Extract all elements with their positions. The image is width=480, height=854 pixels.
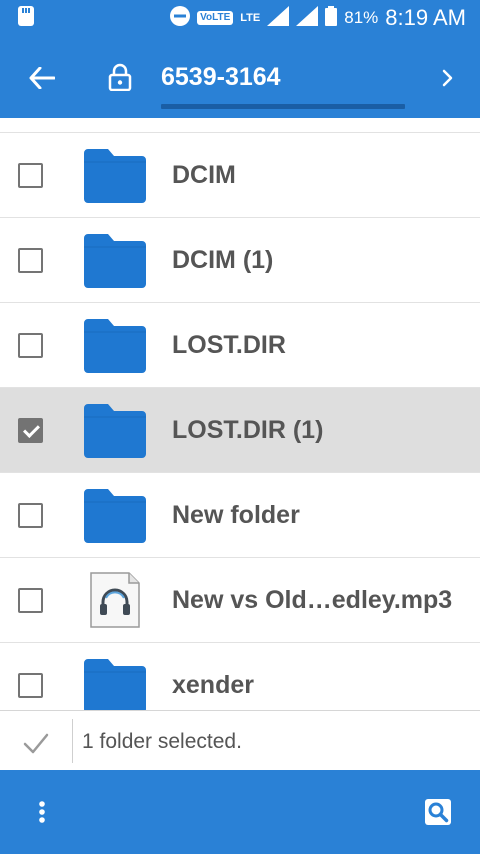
volte-badge: VoLTE (197, 11, 234, 25)
list-item-selected[interactable]: LOST.DIR (1) (0, 388, 480, 473)
item-checkbox[interactable] (18, 502, 43, 528)
folder-icon (84, 402, 146, 458)
list-item[interactable]: DCIM (0, 133, 480, 218)
lock-icon (104, 60, 136, 94)
search-icon (425, 799, 451, 825)
battery-percent: 81% (344, 8, 379, 27)
list-item[interactable]: xender (0, 643, 480, 710)
chevron-right-icon (442, 69, 453, 87)
sd-card-icon (18, 5, 34, 31)
item-checkbox[interactable] (18, 247, 43, 273)
audio-file-icon (84, 572, 146, 628)
item-name: LOST.DIR (1) (172, 415, 324, 444)
battery-icon (325, 5, 338, 31)
item-name: New folder (172, 500, 300, 529)
item-name: LOST.DIR (172, 330, 286, 359)
item-name: xender (172, 670, 254, 699)
do-not-disturb-icon (170, 5, 191, 31)
folder-icon (84, 147, 146, 203)
folder-icon (84, 317, 146, 373)
confirm-selection-button[interactable] (22, 731, 50, 755)
item-checkbox-checked[interactable] (18, 417, 43, 443)
toolbar: 6539-3164 (0, 36, 480, 118)
overflow-menu-button[interactable] (30, 798, 54, 826)
item-checkbox[interactable] (18, 332, 43, 358)
more-vert-icon (39, 801, 45, 823)
file-list[interactable]: DCIM DCIM (1) LOST.DIR LOST.DIR (1) New … (0, 132, 480, 710)
item-name: New vs Old…edley.mp3 (172, 585, 453, 614)
list-item[interactable]: New folder (0, 473, 480, 558)
signal-icon-2 (296, 5, 319, 31)
item-checkbox[interactable] (18, 162, 43, 188)
folder-icon (84, 232, 146, 288)
selection-bar: 1 folder selected. (0, 710, 480, 770)
divider (72, 719, 73, 763)
lte-label: LTE (240, 12, 261, 24)
forward-button[interactable] (436, 64, 460, 92)
list-item[interactable]: New vs Old…edley.mp3 (0, 558, 480, 643)
storage-path-title[interactable]: 6539-3164 (161, 63, 281, 92)
search-button[interactable] (424, 798, 452, 826)
item-name: DCIM (1) (172, 245, 274, 274)
selection-count-text: 1 folder selected. (82, 730, 242, 753)
bottom-bar (0, 770, 480, 854)
arrow-back-icon (29, 67, 55, 89)
item-checkbox[interactable] (18, 587, 43, 613)
folder-icon (84, 487, 146, 543)
folder-icon (84, 657, 146, 710)
item-name: DCIM (172, 160, 236, 189)
list-item[interactable]: DCIM (1) (0, 218, 480, 303)
item-checkbox[interactable] (18, 672, 43, 698)
signal-icon (267, 5, 290, 31)
check-icon (23, 733, 49, 754)
clock: 8:19 AM (385, 5, 466, 30)
list-item[interactable]: LOST.DIR (0, 303, 480, 388)
status-bar: VoLTE LTE 81% 8:19 AM (0, 0, 480, 36)
back-button[interactable] (26, 62, 58, 94)
path-underline (161, 104, 405, 109)
